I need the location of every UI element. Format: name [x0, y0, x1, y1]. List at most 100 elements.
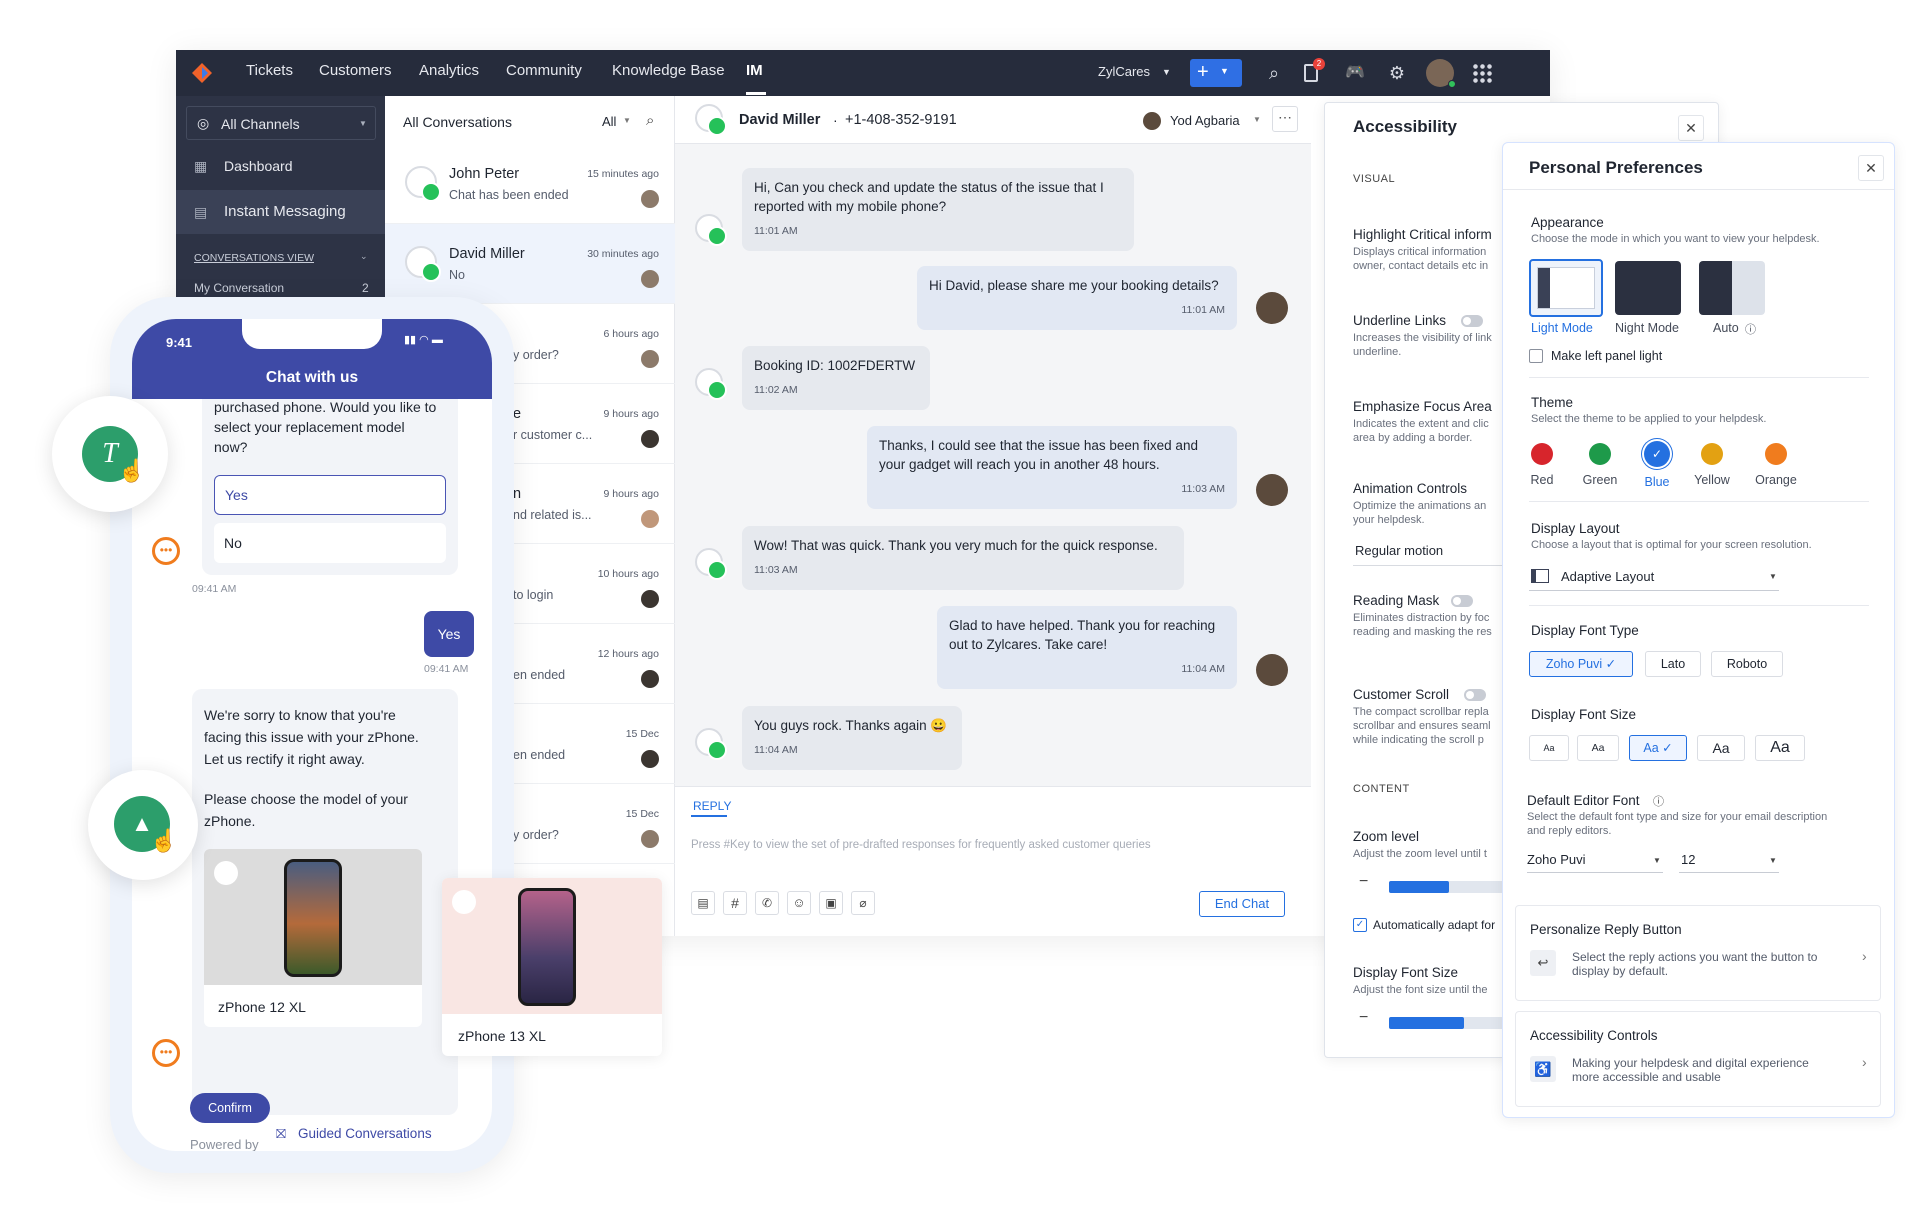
nav-knowledge-base[interactable]: Knowledge Base — [612, 62, 725, 79]
theme-swatch-green[interactable] — [1589, 443, 1611, 465]
reading-mask-toggle[interactable] — [1451, 595, 1473, 607]
underline-links-toggle[interactable] — [1461, 315, 1483, 327]
product-card-zphone-12[interactable]: zPhone 12 XL — [204, 849, 422, 1027]
whatsapp-icon[interactable]: ✆ — [755, 891, 779, 915]
font-type-lato[interactable]: Lato — [1645, 651, 1701, 677]
theme-swatch-blue-selected[interactable]: ✓ — [1644, 441, 1670, 467]
timestamp: 15 minutes ago — [587, 168, 659, 180]
close-icon[interactable]: ✕ — [1678, 115, 1704, 141]
guided-conversations-link[interactable]: Guided Conversations — [298, 1126, 432, 1141]
reply-input[interactable]: Press #Key to view the set of pre-drafte… — [691, 839, 1151, 851]
conversation-item[interactable]: John Peter Chat has been ended 15 minute… — [385, 144, 675, 224]
accessibility-controls-card[interactable]: Accessibility Controls ♿ Making your hel… — [1515, 1011, 1881, 1107]
filter-dropdown[interactable]: All — [602, 114, 616, 129]
attachment-icon[interactable]: ⌀ — [851, 891, 875, 915]
editor-size-value: 12 — [1681, 852, 1696, 867]
setting-desc: while indicating the scroll p — [1353, 734, 1484, 746]
search-icon[interactable]: ⌕ — [646, 112, 654, 129]
agent-avatar — [1256, 292, 1288, 324]
online-status-dot — [1448, 80, 1456, 88]
pointer-hand-icon: ☝ — [118, 458, 146, 483]
nav-tickets[interactable]: Tickets — [246, 62, 293, 79]
reply-tab[interactable]: REPLY — [693, 799, 731, 813]
minus-icon[interactable]: − — [1359, 873, 1368, 891]
emoji-icon[interactable]: ☺ — [787, 891, 811, 915]
font-type-roboto[interactable]: Roboto — [1711, 651, 1783, 677]
close-icon[interactable]: ✕ — [1858, 155, 1884, 181]
chevron-down-icon: ▼ — [359, 119, 367, 128]
channel-select[interactable]: ◎ All Channels ▼ — [186, 106, 376, 140]
confirm-button[interactable]: Confirm — [190, 1093, 270, 1123]
option-no-button[interactable]: No — [214, 523, 446, 563]
setting-desc: area by adding a border. — [1353, 432, 1473, 444]
nav-im[interactable]: IM — [746, 62, 763, 79]
org-switcher[interactable]: ZylCares — [1098, 64, 1150, 79]
theme-swatch-orange[interactable] — [1765, 443, 1787, 465]
minus-icon[interactable]: − — [1359, 1009, 1368, 1027]
sidebar-item-dashboard[interactable]: ▦ Dashboard — [176, 146, 385, 186]
font-type-zoho-puvi[interactable]: Zoho Puvi ✓ — [1529, 651, 1633, 677]
end-chat-button[interactable]: End Chat — [1199, 891, 1285, 917]
view-count: 2 — [362, 281, 369, 295]
gear-icon[interactable]: ⚙ — [1386, 62, 1408, 84]
product-name: zPhone 12 XL — [218, 999, 306, 1015]
message-incoming: You guys rock. Thanks again 😀 11:04 AM — [742, 706, 962, 770]
conversations-view-heading[interactable]: CONVERSATIONS VIEW — [194, 252, 314, 264]
nav-customers[interactable]: Customers — [319, 62, 392, 79]
zoho-desk-logo[interactable] — [190, 61, 214, 85]
assigned-agent[interactable]: Yod Agbaria — [1170, 113, 1240, 128]
more-options-button[interactable]: ⋯ — [1272, 106, 1298, 132]
conversation-item-selected[interactable]: David Miller No 30 minutes ago — [385, 224, 675, 304]
card-title: Personalize Reply Button — [1530, 922, 1682, 937]
font-size-option[interactable]: Aa — [1697, 735, 1745, 761]
separator-dot: · — [833, 112, 838, 128]
setting-title: Highlight Critical inform — [1353, 227, 1492, 242]
font-size-option[interactable]: Aa — [1529, 735, 1569, 761]
template-icon[interactable]: ▤ — [691, 891, 715, 915]
product-card-zphone-13[interactable]: zPhone 13 XL — [442, 878, 662, 1056]
nav-community[interactable]: Community — [506, 62, 582, 79]
whatsapp-channel-icon — [695, 368, 727, 400]
animation-motion-select[interactable]: Regular motion — [1355, 543, 1443, 558]
night-mode-option[interactable] — [1615, 261, 1681, 315]
editor-size-select[interactable]: 12 ▼ — [1679, 849, 1779, 873]
option-yes-button[interactable]: Yes — [214, 475, 446, 515]
apps-grid-icon[interactable] — [1472, 63, 1492, 83]
chevron-down-icon: ⌄ — [360, 251, 368, 261]
auto-adapt-checkbox[interactable]: ✓ — [1353, 918, 1367, 932]
theme-swatch-red[interactable] — [1531, 443, 1553, 465]
font-size-option[interactable]: Aa — [1755, 735, 1805, 761]
contact-phone[interactable]: +1-408-352-9191 — [845, 112, 957, 128]
message-incoming: Wow! That was quick. Thank you very much… — [742, 526, 1184, 590]
font-size-option-selected[interactable]: Aa ✓ — [1629, 735, 1687, 761]
divider — [1353, 565, 1513, 566]
hashtag-icon[interactable]: # — [723, 891, 747, 915]
editor-font-value: Zoho Puvi — [1527, 852, 1586, 867]
gamepad-icon[interactable]: 🎮 — [1344, 62, 1366, 84]
sidebar-item-instant-messaging[interactable]: ▤ Instant Messaging — [176, 190, 385, 234]
add-new-button[interactable]: + ▼ — [1190, 59, 1242, 87]
customer-scroll-toggle[interactable] — [1464, 689, 1486, 701]
layout-select[interactable]: Adaptive Layout ▼ — [1529, 565, 1779, 591]
product-select-radio[interactable] — [452, 890, 476, 914]
search-icon[interactable]: ⌕ — [1263, 62, 1285, 84]
product-select-radio[interactable] — [214, 861, 238, 885]
light-mode-option[interactable] — [1529, 259, 1603, 317]
personalize-reply-button-card[interactable]: Personalize Reply Button ↩ Select the re… — [1515, 905, 1881, 1001]
nav-analytics[interactable]: Analytics — [419, 62, 479, 79]
image-icon[interactable]: ▣ — [819, 891, 843, 915]
left-panel-checkbox[interactable] — [1529, 349, 1543, 363]
auto-mode-option[interactable] — [1699, 261, 1765, 315]
channel-select-label: All Channels — [221, 116, 300, 132]
font-size-option[interactable]: Aa — [1577, 735, 1619, 761]
reply-tab-underline — [691, 815, 727, 817]
whatsapp-channel-icon — [695, 104, 727, 136]
layout-value: Adaptive Layout — [1561, 569, 1655, 584]
last-message: No — [449, 268, 465, 282]
message-text: now? — [214, 439, 248, 455]
contact-name: e — [513, 406, 522, 422]
theme-swatch-yellow[interactable] — [1701, 443, 1723, 465]
sidebar-view-my-conversation[interactable]: My Conversation — [194, 281, 284, 295]
contact-name[interactable]: David Miller — [739, 112, 820, 128]
editor-font-select[interactable]: Zoho Puvi ▼ — [1527, 849, 1663, 873]
